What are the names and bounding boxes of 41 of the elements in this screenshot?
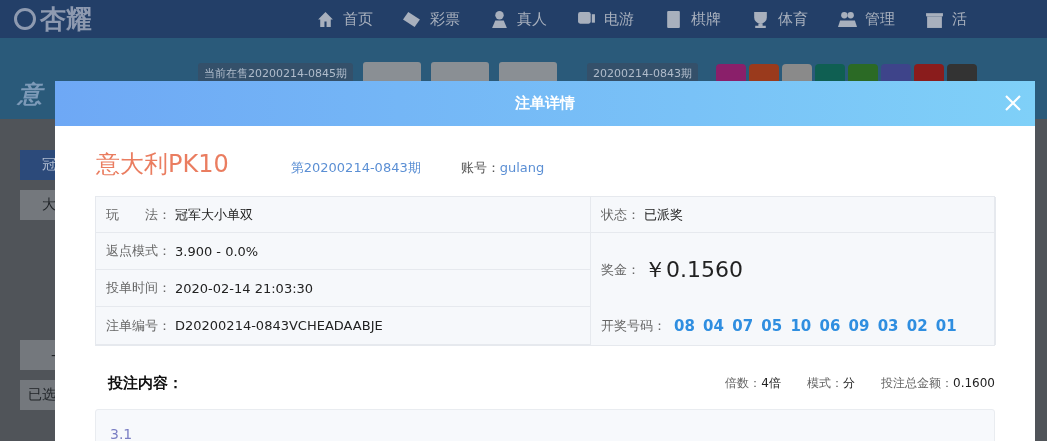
person-icon bbox=[490, 9, 509, 29]
detail-value: 3.900 - 0.0% bbox=[175, 243, 259, 259]
meta-text: 倍数：4倍 bbox=[725, 375, 781, 392]
draw-numbers: 08 04 07 05 10 06 09 03 02 01 bbox=[674, 317, 957, 335]
detail-value: 2020-02-14 21:03:30 bbox=[175, 280, 314, 296]
logo-text: 杏耀 bbox=[40, 2, 92, 36]
home-icon bbox=[316, 9, 335, 29]
status-value: 已派奖 bbox=[644, 205, 683, 224]
close-icon[interactable] bbox=[1003, 93, 1023, 113]
ticket-icon bbox=[403, 9, 422, 29]
detail-label: 开奖号码： bbox=[601, 317, 666, 335]
meta-text: 投注总金额：0.1600 bbox=[881, 375, 995, 392]
detail-label: 奖金： bbox=[601, 261, 640, 279]
nav-item[interactable]: 管理 bbox=[838, 9, 895, 29]
logo-icon bbox=[14, 8, 36, 30]
lottery-name: 意大利PK10 bbox=[96, 149, 229, 180]
detail-label: 返点模式： bbox=[106, 242, 171, 260]
nav-item[interactable]: 电游 bbox=[577, 9, 634, 29]
nav-item[interactable]: 体育 bbox=[751, 9, 808, 29]
nav-item[interactable]: 棋牌 bbox=[664, 9, 721, 29]
detail-label: 玩 法： bbox=[106, 205, 171, 224]
card-icon bbox=[664, 9, 683, 29]
nav-item[interactable]: 彩票 bbox=[403, 9, 460, 29]
account-text: 账号：gulang bbox=[460, 159, 545, 177]
modal-title: 注单详情 bbox=[515, 94, 575, 113]
content-heading: 投注内容： bbox=[108, 374, 183, 393]
trophy-icon bbox=[751, 9, 770, 29]
people-icon bbox=[838, 9, 857, 29]
bet-content: 3.1 bbox=[110, 426, 133, 441]
detail-label: 注单编号： bbox=[106, 316, 171, 335]
detail-label: 投单时间： bbox=[106, 279, 171, 297]
nav-item[interactable]: 活 bbox=[925, 9, 967, 29]
meta-text: 模式：分 bbox=[807, 375, 855, 392]
detail-label: 状态： bbox=[601, 205, 640, 224]
detail-value: D20200214-0843VCHEADAABJE bbox=[175, 318, 383, 333]
nav-item[interactable]: 首页 bbox=[316, 9, 373, 29]
prize-value: ￥0.1560 bbox=[644, 256, 743, 284]
nav-item[interactable]: 真人 bbox=[490, 9, 547, 29]
period-text: 第20200214-0843期 bbox=[290, 159, 421, 177]
lottery-title: 意 bbox=[18, 78, 188, 110]
detail-value: 冠军大小单双 bbox=[175, 205, 253, 224]
